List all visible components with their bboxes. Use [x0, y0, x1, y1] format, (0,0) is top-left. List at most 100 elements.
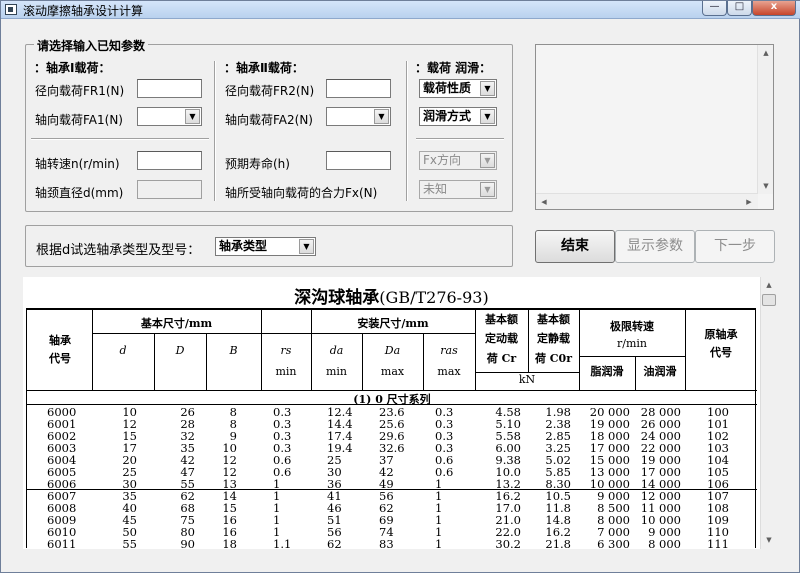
header-basic-dim: 基本尺寸/mm [140, 317, 213, 330]
header-Da-max: max [380, 365, 405, 378]
maximize-button[interactable]: □ [727, 1, 752, 16]
scroll-up-icon[interactable]: ▲ [758, 45, 774, 61]
bearing-type-value: 轴承类型 [219, 239, 268, 253]
fa2-label: 轴向载荷FA2(N) [225, 113, 313, 127]
scroll-thumb[interactable] [762, 294, 776, 306]
fr2-input[interactable] [326, 79, 391, 98]
header-code: 轴承 代号 [49, 334, 71, 365]
bearing2-title: ：轴承Ⅱ载荷： [224, 61, 304, 75]
grid-line [92, 333, 475, 334]
divider [416, 138, 504, 140]
chevron-down-icon[interactable]: ▼ [480, 182, 495, 197]
chevron-down-icon[interactable]: ▼ [374, 109, 389, 124]
horizontal-scrollbar[interactable]: ◀ ▶ [536, 193, 758, 209]
header-grease: 脂润滑 [590, 365, 624, 378]
close-button[interactable]: x [752, 1, 796, 16]
chevron-down-icon[interactable]: ▼ [480, 81, 495, 96]
diameter-label: 轴颈直径d(mm) [35, 186, 124, 200]
scroll-up-icon[interactable]: ▲ [761, 277, 777, 293]
header-stat-3: 荷 C0r [534, 352, 573, 365]
life-label: 预期寿命(h) [225, 157, 290, 171]
chevron-down-icon[interactable]: ▼ [185, 109, 200, 124]
header-D: D [175, 344, 185, 357]
chevron-down-icon[interactable]: ▼ [480, 109, 495, 124]
header-stat-1: 基本额 [537, 313, 570, 326]
header-rs: rs [280, 344, 292, 357]
header-da-min: min [325, 365, 348, 378]
diameter-input[interactable] [137, 180, 202, 199]
fa1-combo[interactable]: ▼ [137, 107, 202, 126]
speed-input[interactable] [137, 151, 202, 170]
show-params-button[interactable]: 显示参数 [615, 230, 695, 263]
col-oil: 28 000 26 000 24 000 22 000 19 000 17 00… [640, 405, 681, 549]
result-listbox[interactable]: ▲ ▼ ◀ ▶ [535, 44, 774, 210]
load-lube-title: ：载荷 润滑： [415, 61, 492, 75]
fx-value: 未知 [423, 182, 448, 196]
next-step-button[interactable]: 下一步 [695, 230, 775, 263]
scroll-down-icon[interactable]: ▼ [758, 178, 774, 194]
col-D: 26 28 32 35 42 47 55 62 68 75 80 90 95 1… [180, 405, 195, 549]
speed-label: 轴转速n(r/min) [35, 157, 120, 171]
bearing-type-combo[interactable]: 轴承类型 ▼ [215, 237, 316, 256]
life-input[interactable] [326, 151, 391, 170]
bearing-table: 轴承 代号 基本尺寸/mm 安装尺寸/mm 基本额 定动载 荷 Cr 基本额 定… [26, 308, 757, 549]
header-stat-2: 定静载 [537, 332, 570, 345]
fx-value-combo[interactable]: 未知 ▼ [419, 180, 497, 199]
col-ras: 0.3 0.3 0.3 0.3 0.6 0.6 1 1 1 1 1 1 1 1 [435, 405, 454, 549]
col-orig-code: 100 101 102 103 104 105 106 107 108 109 … [707, 405, 729, 549]
chevron-down-icon[interactable]: ▼ [480, 153, 495, 168]
scroll-right-icon[interactable]: ▶ [741, 194, 757, 210]
header-da: da [329, 344, 344, 357]
fx-label: 轴所受轴向载荷的合力Fx(N) [225, 186, 378, 200]
header-kn: kN [518, 373, 536, 386]
grid-line [579, 356, 685, 357]
header-ras-max: max [437, 365, 461, 378]
fr1-label: 径向载荷FR1(N) [35, 84, 125, 98]
grid-line [206, 333, 207, 390]
col-rs: 0.3 0.3 0.3 0.3 0.6 0.6 1 1 1 1 1 1.1 1.… [273, 405, 292, 549]
fa1-label: 轴向载荷FA1(N) [35, 113, 123, 127]
bearing1-title: ：轴承Ⅰ载荷： [34, 61, 111, 75]
header-ras: ras [440, 344, 458, 357]
header-oil: 油润滑 [643, 365, 677, 378]
header-limit-speed: 极限转速 [610, 320, 654, 333]
header-Da: Da [384, 344, 401, 357]
header-rs-min: min [275, 365, 297, 378]
window-title: 滚动摩擦轴承设计计算 [23, 4, 144, 18]
col-da: 12.4 14.4 17.4 19.4 25 30 36 41 46 51 56… [327, 405, 353, 549]
col-code: 6000 6001 6002 6003 6004 6005 6006 6007 … [47, 405, 77, 549]
bearing-table-image: 深沟球轴承(GB/T276-93) 轴承 代号 基本尺寸/mm 安装尺寸/mm … [23, 277, 760, 549]
header-rmin: r/min [617, 337, 647, 350]
fa2-combo[interactable]: ▼ [326, 107, 391, 126]
header-d: d [119, 344, 127, 357]
fx-direction-combo[interactable]: Fx方向 ▼ [419, 151, 497, 170]
input-group-title: 请选择输入已知参数 [34, 37, 149, 54]
table-title-text: 深沟球轴承 [294, 288, 380, 308]
grid-line [423, 333, 424, 390]
header-dyn-2: 定动载 [485, 332, 518, 345]
header-dyn-1: 基本额 [485, 313, 518, 326]
header-orig-code: 原轴承 代号 [704, 328, 738, 359]
grid-line [154, 333, 155, 390]
header-dyn-3: 荷 Cr [486, 352, 517, 365]
lube-type-combo[interactable]: 润滑方式 ▼ [419, 107, 497, 126]
divider [31, 138, 209, 140]
chevron-down-icon[interactable]: ▼ [299, 239, 314, 254]
col-B: 8 8 9 10 12 12 13 14 15 16 16 18 18 18 [222, 405, 237, 549]
scroll-down-icon[interactable]: ▼ [761, 532, 777, 548]
minimize-button[interactable]: — [702, 1, 727, 16]
header-B: B [229, 344, 238, 357]
table-scrollbar[interactable]: ▲ ▼ [760, 277, 777, 549]
lube-type-value: 润滑方式 [423, 109, 472, 123]
col-Da: 23.6 25.6 29.6 32.6 37 42 49 56 62 69 74… [379, 405, 405, 549]
scroll-left-icon[interactable]: ◀ [536, 194, 552, 210]
col-cr: 4.58 5.10 5.58 6.00 9.38 10.0 13.2 16.2 … [495, 405, 521, 549]
app-icon [5, 4, 17, 15]
col-grease: 20 000 19 000 18 000 17 000 15 000 13 00… [589, 405, 630, 549]
fx-direction-value: Fx方向 [423, 153, 462, 167]
load-type-combo[interactable]: 载荷性质 ▼ [419, 79, 497, 98]
header-install-dim: 安装尺寸/mm [357, 317, 429, 330]
fr1-input[interactable] [137, 79, 202, 98]
end-button[interactable]: 结束 [535, 230, 615, 263]
vertical-scrollbar[interactable]: ▲ ▼ [757, 45, 773, 194]
